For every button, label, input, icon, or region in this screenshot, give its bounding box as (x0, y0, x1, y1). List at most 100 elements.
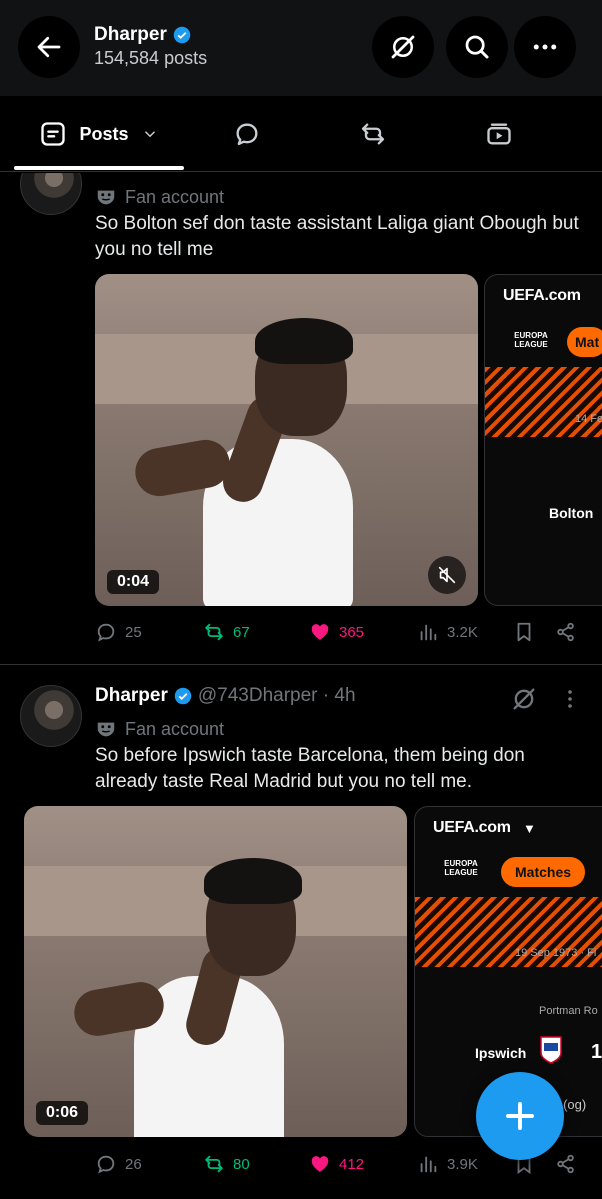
fan-account-tag: Fan account (95, 186, 224, 208)
like-count: 412 (339, 1155, 365, 1173)
reply-button[interactable]: 25 (95, 621, 142, 643)
repost-count: 67 (233, 623, 250, 641)
profile-name-row: Dharper (94, 24, 191, 46)
mute-button[interactable] (428, 556, 466, 594)
league-line-2: LEAGUE (444, 868, 478, 877)
grok-icon[interactable] (510, 685, 538, 713)
europa-league-logo: EUROPA LEAGUE (435, 859, 487, 877)
posts-icon (41, 122, 66, 146)
fan-account-label: Fan account (125, 718, 225, 739)
video-duration: 0:04 (107, 570, 160, 594)
reply-icon (97, 1155, 115, 1174)
repost-button[interactable]: 80 (203, 1153, 250, 1175)
match-date: 19 Sep 1973 · Fi (515, 947, 597, 959)
like-button[interactable]: 412 (309, 1153, 364, 1175)
retweet-icon (361, 123, 385, 145)
post-actions: 25 67 365 3.2K (95, 621, 588, 651)
fan-account-tag: Fan account (95, 718, 224, 740)
tab-replies[interactable] (216, 96, 278, 172)
tab-media[interactable] (468, 96, 530, 172)
match-venue: Portman Ro (539, 1005, 598, 1017)
more-vertical-icon[interactable] (558, 687, 582, 711)
view-count: 3.9K (447, 1155, 478, 1173)
share-icon (557, 622, 574, 642)
tab-posts[interactable]: Posts (14, 96, 184, 172)
video-duration: 0:06 (36, 1101, 89, 1125)
team-name: Bolton (549, 505, 594, 521)
theater-mask-icon (97, 722, 115, 737)
card-stripes (485, 367, 602, 437)
reply-icon (236, 123, 258, 146)
post-video[interactable]: 0:06 (24, 806, 407, 1137)
uefa-site-label: UEFA.com (503, 287, 581, 304)
matches-pill: Matches (501, 857, 586, 887)
tab-reposts[interactable] (342, 96, 404, 172)
profile-tabs: Posts (0, 96, 602, 172)
grok-button[interactable] (372, 16, 434, 78)
profile-header: Dharper 154,584 posts (0, 0, 602, 96)
post-count: 154,584 posts (94, 48, 208, 68)
heart-filled-icon (311, 1156, 329, 1172)
league-line-1: EUROPA (444, 859, 478, 868)
verified-badge-icon (173, 26, 191, 44)
tab-posts-label: Posts (79, 123, 129, 144)
author-handle-time: @743Dharper · 4h (197, 685, 356, 706)
reply-count: 25 (125, 623, 142, 641)
post-video[interactable]: 0:04 (95, 274, 478, 606)
matches-pill: Mat (567, 327, 602, 357)
share-icon (557, 1154, 574, 1174)
video-person-cap (255, 318, 353, 364)
search-icon (465, 35, 489, 59)
europa-league-logo: EUROPA LEAGUE (505, 331, 557, 349)
like-count: 365 (339, 623, 365, 641)
retweet-icon (204, 623, 224, 641)
plus-icon (506, 1102, 534, 1130)
team-score: 1 (591, 1041, 602, 1063)
back-button[interactable] (18, 16, 80, 78)
media-icon (487, 123, 511, 145)
video-person-cap (204, 858, 302, 904)
reply-button[interactable]: 26 (95, 1153, 142, 1175)
avatar[interactable] (20, 173, 82, 215)
club-crest-icon (540, 1036, 562, 1064)
view-count: 3.2K (447, 623, 478, 641)
share-button[interactable] (555, 621, 577, 643)
post-meta: Dharper @743Dharper · 4h (95, 685, 582, 707)
share-button[interactable] (555, 1153, 577, 1175)
like-button[interactable]: 365 (309, 621, 364, 643)
league-line-1: EUROPA (514, 331, 548, 340)
views-button[interactable]: 3.2K (417, 621, 478, 643)
reply-icon (97, 623, 115, 642)
bookmark-icon (517, 622, 531, 642)
more-button[interactable] (514, 16, 576, 78)
bookmark-button[interactable] (513, 621, 535, 643)
post-text: So Bolton sef don taste assistant Laliga… (95, 213, 579, 260)
repost-button[interactable]: 67 (203, 621, 250, 643)
retweet-icon (204, 1155, 224, 1173)
caret-down-icon: ▼ (523, 821, 536, 836)
grok-icon (391, 35, 415, 59)
uefa-site-label: UEFA.com (433, 819, 511, 836)
views-icon (420, 624, 437, 641)
author-name[interactable]: Dharper (95, 685, 168, 707)
match-date: 14 Fe (575, 413, 602, 425)
views-button[interactable]: 3.9K (417, 1153, 478, 1175)
search-button[interactable] (446, 16, 508, 78)
post-text: So before Ipswich taste Barcelona, them … (95, 745, 525, 792)
post-image-card[interactable]: UEFA.com EUROPA LEAGUE Mat 14 Fe Bolton (484, 274, 602, 606)
more-horizontal-icon (533, 44, 557, 50)
chevron-down-icon (144, 131, 155, 138)
views-icon (420, 1156, 437, 1173)
compose-post-button[interactable] (476, 1072, 564, 1160)
post-1[interactable]: Fan account So Bolton sef don taste assi… (0, 173, 602, 664)
fan-account-label: Fan account (125, 186, 225, 207)
theater-mask-icon (97, 190, 115, 205)
repost-count: 80 (233, 1155, 250, 1173)
league-line-2: LEAGUE (514, 340, 548, 349)
volume-muted-icon (438, 566, 456, 584)
team-name: Ipswich (475, 1045, 527, 1061)
arrow-left-icon (37, 36, 61, 58)
avatar[interactable] (20, 685, 82, 747)
tab-active-indicator (14, 166, 184, 170)
reply-count: 26 (125, 1155, 142, 1173)
